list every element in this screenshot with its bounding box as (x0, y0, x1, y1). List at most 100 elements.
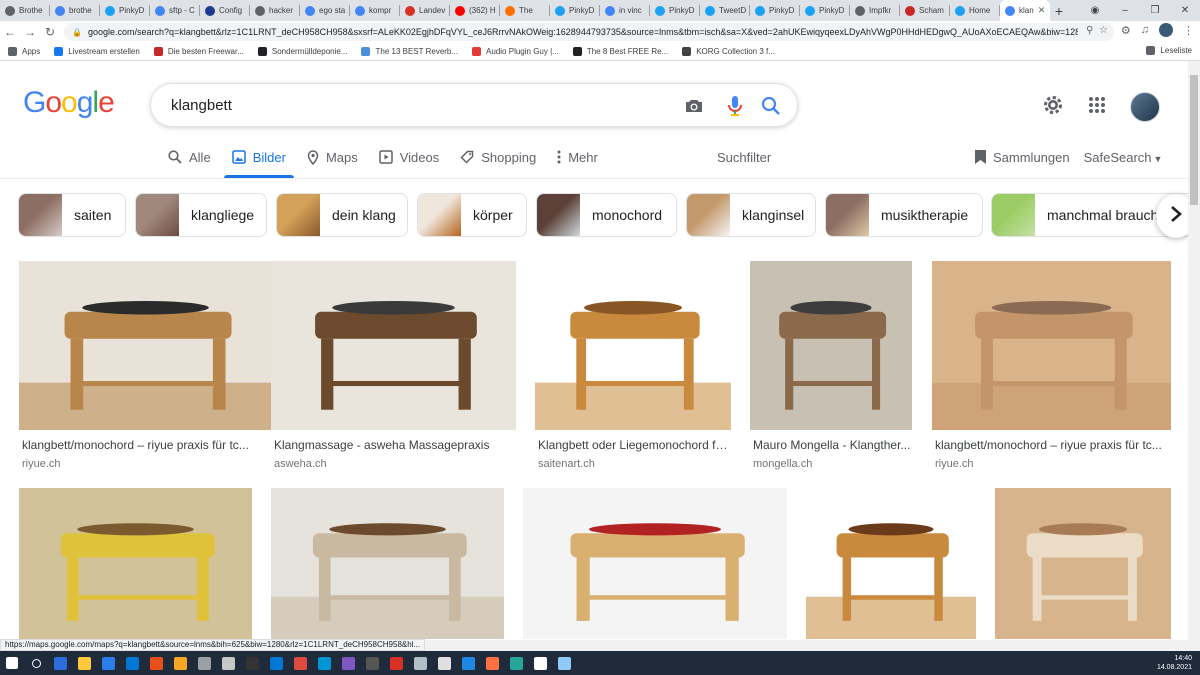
browser-tab[interactable]: TweetD (700, 0, 750, 21)
bookmark-star-icon[interactable]: ☆ (1099, 25, 1108, 36)
reading-list[interactable]: Leseliste (1146, 46, 1192, 55)
account-avatar[interactable] (1130, 92, 1160, 122)
tab-search[interactable]: Alle (168, 146, 211, 168)
image-result[interactable]: klangbett/monochord – riyue praxis für t… (19, 261, 272, 470)
bookmark-item[interactable]: Audio Plugin Guy |... (472, 47, 559, 56)
image-result[interactable] (19, 488, 252, 639)
explorer-icon[interactable] (72, 651, 96, 675)
bookmark-item[interactable]: KORG Collection 3 f... (682, 47, 775, 56)
browser-tab[interactable]: The (500, 0, 550, 21)
search-taskbar-icon[interactable] (24, 651, 48, 675)
ubuntu-icon[interactable] (168, 651, 192, 675)
forward-button[interactable]: → (20, 25, 40, 39)
media-icon[interactable]: ♫ (1141, 24, 1149, 36)
result-thumbnail[interactable] (19, 261, 272, 430)
result-source[interactable]: mongella.ch (750, 458, 912, 470)
browser-tab[interactable]: hacker (250, 0, 300, 21)
omnibox[interactable]: 🔒 google.com/search?q=klangbett&rlz=1C1L… (64, 23, 1114, 41)
related-search-chip[interactable]: dein klang (276, 193, 408, 237)
new-tab-button[interactable]: + (1050, 3, 1068, 19)
collections-link[interactable]: Sammlungen (993, 150, 1070, 165)
result-thumbnail[interactable] (995, 488, 1171, 639)
skype-icon[interactable] (312, 651, 336, 675)
browser-tab[interactable]: (362) H (450, 0, 500, 21)
app-icon[interactable] (480, 651, 504, 675)
browser-tab[interactable]: Scham (900, 0, 950, 21)
browser-tab[interactable]: Impfkr (850, 0, 900, 21)
browser-tab[interactable]: PinkyD (800, 0, 850, 21)
collections-icon[interactable] (974, 149, 987, 165)
app-icon[interactable] (552, 651, 576, 675)
profile-avatar[interactable] (1159, 23, 1173, 37)
image-result[interactable] (523, 488, 787, 639)
vertical-scrollbar[interactable] (1188, 61, 1200, 651)
image-result[interactable] (806, 488, 976, 639)
app-icon[interactable] (216, 651, 240, 675)
app-icon[interactable] (192, 651, 216, 675)
bookmark-item[interactable]: The 13 BEST Reverb... (361, 47, 458, 56)
tab-tag[interactable]: Shopping (460, 146, 536, 168)
bookmark-item[interactable]: Apps (8, 47, 40, 56)
app-icon[interactable] (384, 651, 408, 675)
result-title[interactable]: Mauro Mongella - Klangther... (750, 438, 912, 452)
chrome-icon[interactable] (144, 651, 168, 675)
image-result[interactable]: Mauro Mongella - Klangther... mongella.ch (750, 261, 912, 470)
tab-video[interactable]: Videos (378, 146, 439, 168)
related-search-chip[interactable]: monochord (536, 193, 677, 237)
image-result[interactable]: Klangbett oder Liegemonochord fü... saite… (535, 261, 731, 470)
result-source[interactable]: asweha.ch (271, 458, 516, 470)
menu-icon[interactable]: ⋮ (1183, 24, 1194, 37)
related-search-chip[interactable]: saiten (18, 193, 126, 237)
result-title[interactable]: klangbett/monochord – riyue praxis für t… (19, 438, 272, 452)
result-thumbnail[interactable] (750, 261, 912, 430)
browser-tab[interactable]: sftp - C (150, 0, 200, 21)
result-thumbnail[interactable] (271, 261, 516, 430)
zoom-icon[interactable]: ⚲ (1086, 25, 1093, 36)
terminal-icon[interactable] (240, 651, 264, 675)
close-window-button[interactable]: ✕ (1170, 5, 1200, 16)
app-icon[interactable] (432, 651, 456, 675)
mail-icon[interactable] (96, 651, 120, 675)
maximize-button[interactable]: ❐ (1140, 5, 1170, 16)
result-thumbnail[interactable] (523, 488, 787, 639)
app-icon[interactable] (528, 651, 552, 675)
result-thumbnail[interactable] (932, 261, 1171, 430)
app-icon[interactable] (264, 651, 288, 675)
camera-icon[interactable] (683, 95, 705, 117)
bookmark-item[interactable]: Livestream erstellen (54, 47, 140, 56)
image-result[interactable] (995, 488, 1171, 639)
store-icon[interactable] (120, 651, 144, 675)
tab-search-icon[interactable]: ◉ (1080, 5, 1110, 16)
related-search-chip[interactable]: klanginsel (686, 193, 816, 237)
browser-tab[interactable]: Config (200, 0, 250, 21)
result-title[interactable]: Klangmassage - asweha Massagepraxis (271, 438, 516, 452)
browser-tab[interactable]: in vinc (600, 0, 650, 21)
reload-button[interactable]: ↻ (40, 25, 60, 39)
search-icon[interactable] (760, 95, 782, 117)
microphone-icon[interactable] (724, 95, 746, 117)
related-search-chip[interactable]: körper (417, 193, 527, 237)
browser-tab[interactable]: Landev (400, 0, 450, 21)
app-icon[interactable] (408, 651, 432, 675)
browser-tab[interactable]: PinkyD (100, 0, 150, 21)
result-thumbnail[interactable] (535, 261, 731, 430)
extensions-icon[interactable]: ⚙ (1121, 24, 1131, 37)
result-source[interactable]: saitenart.ch (535, 458, 731, 470)
google-logo[interactable]: Google (23, 86, 115, 120)
system-clock[interactable]: 14:40 14.08.2021 (1157, 654, 1192, 672)
related-search-chip[interactable]: musiktherapie (825, 193, 983, 237)
image-result[interactable]: klangbett/monochord – riyue praxis für t… (932, 261, 1171, 470)
settings-gear-icon[interactable] (1042, 94, 1064, 121)
search-input[interactable] (171, 96, 671, 114)
browser-tab[interactable]: brothe (50, 0, 100, 21)
result-source[interactable]: riyue.ch (19, 458, 272, 470)
minimize-button[interactable]: – (1110, 5, 1140, 16)
app-icon[interactable] (504, 651, 528, 675)
back-button[interactable]: ← (0, 25, 20, 39)
bookmark-item[interactable]: The 8 Best FREE Re... (572, 47, 668, 56)
app-icon[interactable] (456, 651, 480, 675)
image-result[interactable]: Klangmassage - asweha Massagepraxis asweh… (271, 261, 516, 470)
browser-tab[interactable]: PinkyD (550, 0, 600, 21)
apps-grid-icon[interactable] (1088, 96, 1106, 119)
browser-tab[interactable]: PinkyD (650, 0, 700, 21)
